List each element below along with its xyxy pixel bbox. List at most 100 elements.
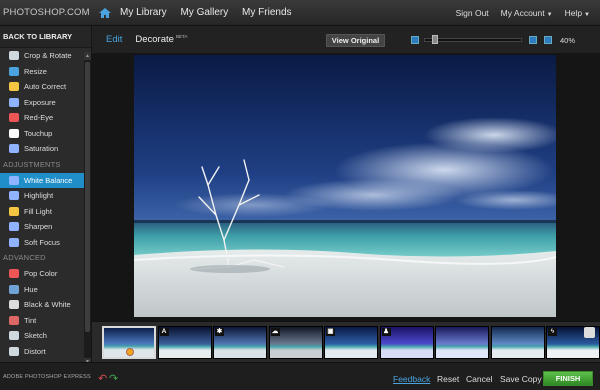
bottom-bar: ADOBE PHOTOSHOP EXPRESS ↶ ↷ Feedback Res… [0,362,600,390]
advanced-tool-list: Pop Color Hue Black & White Tint Sketch Disto… [0,266,91,359]
view-original-button[interactable]: View Original [326,34,385,47]
sidebar-item-label: White Balance [24,175,73,185]
help-label: Help [564,8,583,18]
sidebar-item-sharpen[interactable]: Sharpen [0,219,91,235]
home-icon[interactable] [98,7,112,19]
effect-thumbnail[interactable]: ♟ [379,326,434,359]
sidebar-item-label: Tint [24,315,37,325]
back-to-library-button[interactable]: BACK TO LIBRARY [0,26,91,48]
effect-thumbnail[interactable] [435,326,489,359]
save-copy-button[interactable]: Save Copy [500,374,542,384]
sidebar-scroll-thumb[interactable] [85,62,90,332]
bulb-icon [9,206,19,216]
sidebar-item-white-balance[interactable]: White Balance [0,172,91,188]
sign-out-link[interactable]: Sign Out [456,8,489,18]
exposure-icon [9,97,19,107]
effect-thumbnail[interactable]: A [157,326,212,359]
sidebar-item-label: Red-Eye [24,113,54,123]
brand-logo[interactable]: PHOTOSHOP.COM [0,7,90,18]
beta-badge: BETA [175,33,188,39]
undo-icon[interactable]: ↶ [98,372,107,385]
effect-thumbnail[interactable]: ▣ [324,326,378,359]
sidebar-item-crop-rotate[interactable]: Crop & Rotate [0,48,91,64]
top-bar: PHOTOSHOP.COM My Library My Gallery My F… [0,0,600,26]
sidebar-item-tint[interactable]: Tint [0,313,91,329]
sidebar-item-label: Fill Light [24,206,52,216]
nav-my-friends[interactable]: My Friends [242,7,291,18]
sidebar-item-resize[interactable]: Resize [0,64,91,80]
wrench-icon[interactable] [584,327,595,338]
sidebar-item-sketch[interactable]: Sketch [0,328,91,344]
zoom-slider-thumb[interactable] [431,35,438,44]
my-account-label: My Account [500,8,545,18]
scroll-up-arrow[interactable]: ▲ [84,52,91,60]
sidebar-item-saturation[interactable]: Saturation [0,141,91,157]
sharpen-icon [9,222,19,232]
effect-thumbnail[interactable] [490,326,545,359]
man-icon: ♟ [381,328,391,336]
nav-my-library[interactable]: My Library [120,7,167,18]
cancel-button[interactable]: Cancel [466,374,492,384]
image-canvas[interactable] [92,53,600,321]
beach-photo[interactable] [134,55,556,317]
sidebar-item-label: Saturation [24,144,59,154]
wand-icon [9,82,19,92]
sidebar-item-label: Hue [24,284,38,294]
effect-thumbnail[interactable] [102,326,156,359]
section-header-advanced: ADVANCED [3,253,46,262]
effect-thumbnail[interactable]: ✱ [213,326,267,359]
sidebar-item-black-white[interactable]: Black & White [0,297,91,313]
fit-screen-icon[interactable] [544,36,552,44]
account-links: Sign Out My Account ▼ Help ▼ [456,8,590,18]
sidebar-item-pop-color[interactable]: Pop Color [0,266,91,282]
help-menu[interactable]: Help ▼ [565,8,590,18]
feedback-link[interactable]: Feedback [393,374,430,384]
zoom-out-icon[interactable] [411,36,419,44]
photoshop-express-editor: PHOTOSHOP.COM My Library My Gallery My F… [0,0,600,390]
pop-color-icon [9,269,19,279]
sidebar-item-touchup[interactable]: Touchup [0,126,91,142]
effect-thumbnails: A ✱ ☁ ▣ ♟ ϟ [92,321,600,362]
hand-icon [9,128,19,138]
img-icon: ▣ [326,328,335,336]
tab-edit[interactable]: Edit [106,34,122,45]
redo-icon[interactable]: ↷ [109,372,118,385]
resize-icon [9,66,19,76]
chevron-down-icon: ▼ [584,12,590,18]
tab-decorate[interactable]: Decorate BETA [135,34,187,45]
sidebar-item-distort[interactable]: Distort [0,344,91,360]
sidebar-item-label: Resize [24,66,47,76]
tools-sidebar: BACK TO LIBRARY Crop & Rotate Resize Auto … [0,26,92,366]
sketch-icon [9,331,19,341]
sidebar-item-label: Touchup [24,128,53,138]
nav-my-gallery[interactable]: My Gallery [180,7,228,18]
my-account-menu[interactable]: My Account ▼ [501,8,553,18]
sidebar-item-fill-light[interactable]: Fill Light [0,204,91,220]
sidebar-item-hue[interactable]: Hue [0,282,91,298]
sidebar-item-highlight[interactable]: Highlight [0,188,91,204]
sidebar-item-label: Soft Focus [24,237,60,247]
zoom-slider[interactable] [424,38,522,42]
sidebar-item-label: Sketch [24,331,47,341]
cloud-icon: ☁ [270,328,280,336]
sidebar-item-label: Exposure [24,97,56,107]
main-nav: My Library My Gallery My Friends [120,7,303,18]
finish-button[interactable]: FINISH [543,371,593,386]
zoom-level: 40% [560,36,576,45]
sidebar-item-label: Pop Color [24,269,58,279]
sidebar-item-soft-focus[interactable]: Soft Focus [0,235,91,251]
sidebar-item-exposure[interactable]: Exposure [0,95,91,111]
sidebar-item-label: Distort [24,346,46,356]
sidebar-item-auto-correct[interactable]: Auto Correct [0,79,91,95]
edit-toolbar: Edit Decorate BETA View Original 40% [92,26,600,53]
effect-thumbnail[interactable]: ☁ [268,326,323,359]
zoom-in-icon[interactable] [529,36,537,44]
bw-icon [9,300,19,310]
sidebar-item-red-eye[interactable]: Red-Eye [0,110,91,126]
tint-icon [9,315,19,325]
sidebar-scrollbar[interactable] [84,60,91,358]
reset-button[interactable]: Reset [437,374,459,384]
red-eye-icon [9,113,19,123]
section-header-adjustments: ADJUSTMENTS [3,159,61,169]
sidebar-item-label: Sharpen [24,222,53,232]
